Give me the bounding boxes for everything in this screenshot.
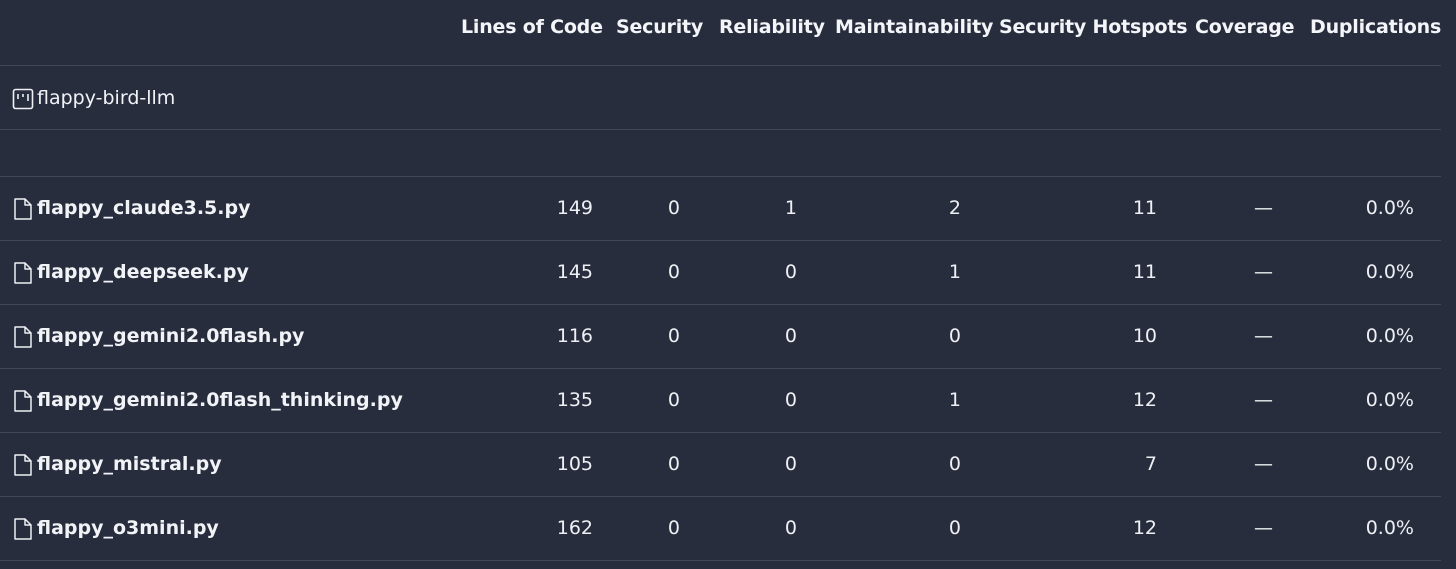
cell-maintainability: 0 (948, 325, 961, 347)
cell-security: 0 (667, 453, 680, 475)
project-icon (12, 88, 34, 110)
cell-coverage: — (1254, 389, 1273, 411)
cell-security: 0 (667, 325, 680, 347)
column-header-lines-of-code[interactable]: Lines of Code (461, 16, 603, 38)
cell-hotspots: 11 (1132, 197, 1157, 219)
column-header-security[interactable]: Security (616, 16, 703, 38)
cell-reliability: 0 (784, 325, 797, 347)
cell-security: 0 (667, 389, 680, 411)
cell-loc: 105 (556, 453, 593, 475)
column-header-duplications[interactable]: Duplications (1310, 16, 1441, 38)
cell-security: 0 (667, 261, 680, 283)
column-header-coverage[interactable]: Coverage (1195, 16, 1295, 38)
file-name[interactable]: flappy_gemini2.0flash.py (37, 325, 304, 347)
spacer-row (0, 130, 1441, 177)
file-name[interactable]: flappy_gemini2.0flash_thinking.py (37, 389, 403, 411)
cell-duplications: 0.0% (1365, 453, 1414, 475)
cell-coverage: — (1254, 325, 1273, 347)
table-row[interactable]: flappy_deepseek.py 145 0 0 1 11—0.0% (0, 241, 1441, 305)
cell-duplications: 0.0% (1365, 261, 1414, 283)
table-row[interactable]: flappy_o3mini.py 162 0 0 0 12 — 0.0% (0, 497, 1441, 561)
cell-hotspots: 11 (1132, 261, 1157, 283)
column-header-security-hotspots[interactable]: Security Hotspots (999, 16, 1188, 38)
cell-security: 0 (667, 517, 680, 539)
cell-reliability: 0 (784, 261, 797, 283)
cell-loc: 116 (556, 325, 593, 347)
cell-hotspots: 10 (1132, 325, 1157, 347)
table-header: Lines of Code Security Reliability Maint… (0, 0, 1441, 66)
cell-reliability: 0 (784, 389, 797, 411)
file-icon (14, 262, 32, 284)
file-icon (14, 518, 32, 540)
cell-coverage: — (1254, 453, 1273, 475)
file-icon (14, 454, 32, 476)
cell-duplications: 0.0% (1365, 389, 1414, 411)
cell-maintainability: 2 (948, 197, 961, 219)
cell-loc: 135 (556, 389, 593, 411)
project-name[interactable]: flappy-bird-llm (37, 87, 175, 109)
file-name[interactable]: flappy_deepseek.py (37, 261, 249, 283)
table-row[interactable]: flappy_gemini2.0flash_thinking.py 135 0 0 1 1… (0, 369, 1441, 433)
cell-loc: 145 (556, 261, 593, 283)
table-row[interactable]: flappy_claude3.5.py 149 0 1 2 11 — 0.0% (0, 177, 1441, 241)
cell-duplications: 0.0% (1365, 517, 1414, 539)
cell-duplications: 0.0% (1365, 325, 1414, 347)
file-name[interactable]: flappy_claude3.5.py (37, 197, 250, 219)
cell-coverage: — (1254, 261, 1273, 283)
cell-hotspots: 12 (1132, 517, 1157, 539)
cell-reliability: 0 (784, 453, 797, 475)
table-row[interactable]: flappy_gemini2.0flash.py 116 0 0 0 10 — 0.0% (0, 305, 1441, 369)
cell-loc: 162 (556, 517, 593, 539)
table-row[interactable]: flappy_mistral.py 105 0 0 0 7 — 0.0% (0, 433, 1441, 497)
cell-coverage: — (1254, 197, 1273, 219)
cell-hotspots: 12 (1132, 389, 1157, 411)
cell-reliability: 0 (784, 517, 797, 539)
project-row[interactable]: flappy-bird-llm (0, 66, 1441, 130)
cell-hotspots: 7 (1144, 453, 1157, 475)
cell-maintainability: 0 (948, 453, 961, 475)
cell-duplications: 0.0% (1365, 197, 1414, 219)
cell-reliability: 1 (784, 197, 797, 219)
cell-maintainability: 1 (948, 389, 961, 411)
cell-coverage: — (1254, 517, 1273, 539)
cell-loc: 149 (556, 197, 593, 219)
file-name[interactable]: flappy_mistral.py (37, 453, 222, 475)
file-name[interactable]: flappy_o3mini.py (37, 517, 219, 539)
measures-table: Lines of Code Security Reliability Maint… (0, 0, 1441, 569)
column-header-reliability[interactable]: Reliability (719, 16, 825, 38)
column-header-maintainability[interactable]: Maintainability (835, 16, 993, 38)
file-icon (14, 326, 32, 348)
file-icon (14, 390, 32, 412)
cell-maintainability: 0 (948, 517, 961, 539)
cell-maintainability: 1 (948, 261, 961, 283)
file-icon (14, 198, 32, 220)
cell-security: 0 (667, 197, 680, 219)
